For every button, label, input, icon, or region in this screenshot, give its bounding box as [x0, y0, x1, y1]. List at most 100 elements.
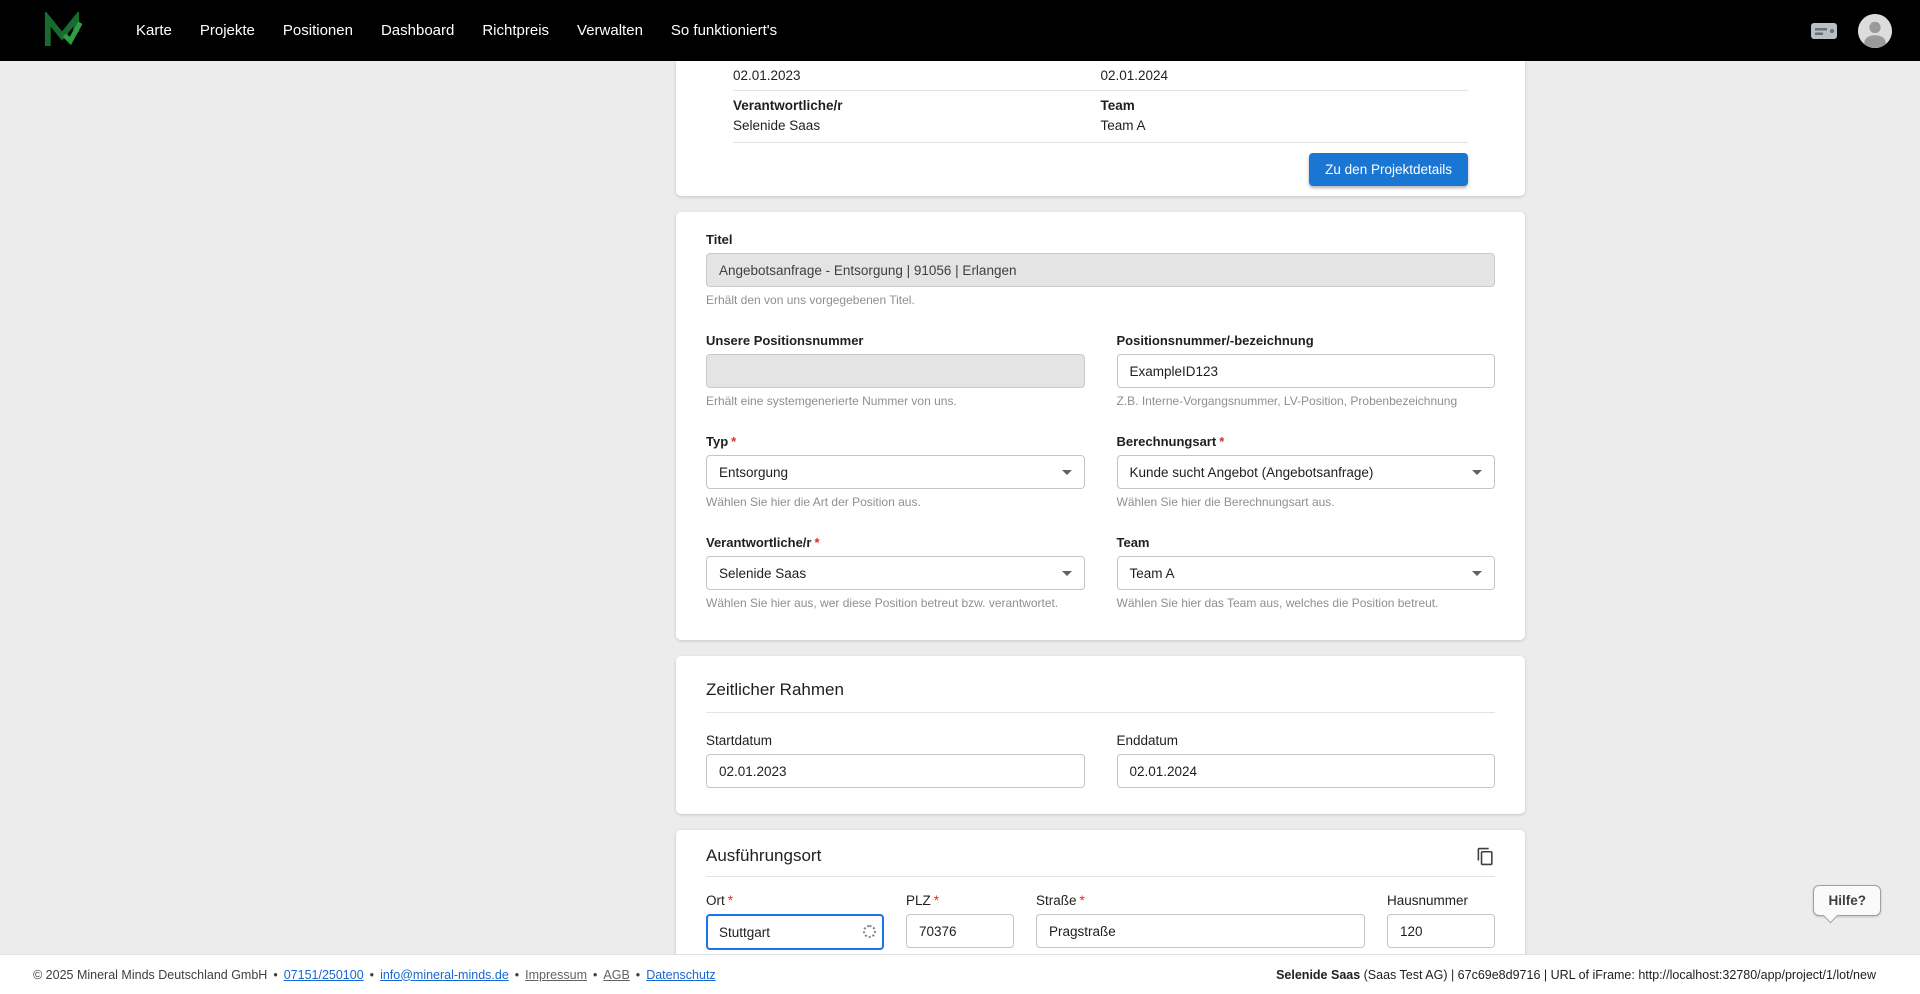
- strasse-field: Straße*: [1036, 893, 1365, 950]
- separator: •: [370, 968, 374, 982]
- strasse-label: Straße: [1036, 893, 1077, 908]
- user-avatar[interactable]: [1858, 14, 1892, 48]
- required-marker: *: [1080, 893, 1085, 908]
- positionsnummer-input[interactable]: [1117, 354, 1496, 388]
- team-select-value: Team A: [1130, 566, 1175, 581]
- nav-richtpreis[interactable]: Richtpreis: [468, 13, 563, 48]
- separator: •: [273, 968, 277, 982]
- project-summary-card: 02.01.2023 02.01.2024 Verantwortliche/r …: [676, 61, 1525, 196]
- positionsnummer-field: Positionsnummer/-bezeichnung Z.B. Intern…: [1117, 333, 1496, 408]
- chevron-down-icon: [1472, 470, 1482, 475]
- nav-projekte[interactable]: Projekte: [186, 13, 269, 48]
- strasse-input[interactable]: [1036, 914, 1365, 948]
- plz-label: PLZ: [906, 893, 931, 908]
- nav-so-funktionierts[interactable]: So funktioniert's: [657, 13, 791, 48]
- positionsnummer-label: Positionsnummer/-bezeichnung: [1117, 333, 1496, 348]
- team-value: Team A: [1101, 118, 1469, 133]
- enddatum-field: Enddatum: [1117, 733, 1496, 788]
- hausnummer-field: Hausnummer: [1387, 893, 1495, 950]
- help-button[interactable]: Hilfe?: [1813, 885, 1881, 916]
- required-marker: *: [934, 893, 939, 908]
- copy-icon[interactable]: [1476, 847, 1495, 866]
- datenschutz-link[interactable]: Datenschutz: [646, 968, 715, 982]
- required-marker: *: [814, 535, 819, 550]
- typ-field: Typ* Entsorgung Wählen Sie hier die Art …: [706, 434, 1085, 509]
- footer: © 2025 Mineral Minds Deutschland GmbH • …: [0, 954, 1920, 994]
- zeitlicher-rahmen-card: Zeitlicher Rahmen Startdatum Enddatum: [676, 656, 1525, 814]
- required-marker: *: [731, 434, 736, 449]
- enddatum-input[interactable]: [1117, 754, 1496, 788]
- responsible-label: Verantwortliche/r: [733, 98, 1101, 113]
- chevron-down-icon: [1062, 571, 1072, 576]
- project-end-date: 02.01.2024: [1101, 68, 1469, 83]
- verantwortlicher-label: Verantwortliche/r: [706, 535, 811, 550]
- footer-session-text: (Saas Test AG) | 67c69e8d9716 | URL of i…: [1360, 968, 1876, 982]
- phone-link[interactable]: 07151/250100: [284, 968, 364, 982]
- nav-karte[interactable]: Karte: [122, 13, 186, 48]
- footer-username: Selenide Saas: [1276, 968, 1360, 982]
- field-helper: Erhält eine systemgenerierte Nummer von …: [706, 394, 1085, 408]
- verantwortlicher-select[interactable]: Selenide Saas: [706, 556, 1085, 590]
- typ-select-value: Entsorgung: [719, 465, 788, 480]
- zeitlicher-rahmen-title: Zeitlicher Rahmen: [706, 680, 1495, 700]
- nav-positionen[interactable]: Positionen: [269, 13, 367, 48]
- berechnungsart-select[interactable]: Kunde sucht Angebot (Angebotsanfrage): [1117, 455, 1496, 489]
- separator: •: [593, 968, 597, 982]
- content-area: 02.01.2023 02.01.2024 Verantwortliche/r …: [676, 61, 1525, 992]
- startdatum-input[interactable]: [706, 754, 1085, 788]
- divider: [706, 876, 1495, 877]
- nav-dashboard[interactable]: Dashboard: [367, 13, 468, 48]
- titel-label: Titel: [706, 232, 1495, 247]
- plz-input[interactable]: [906, 914, 1014, 948]
- divider: [706, 712, 1495, 713]
- navbar-right: [1810, 14, 1892, 48]
- separator: •: [515, 968, 519, 982]
- responsible-value: Selenide Saas: [733, 118, 1101, 133]
- ausfuehrungsort-title: Ausführungsort: [706, 846, 821, 866]
- typ-select[interactable]: Entsorgung: [706, 455, 1085, 489]
- hausnummer-input[interactable]: [1387, 914, 1495, 948]
- server-icon[interactable]: [1810, 20, 1838, 42]
- typ-label: Typ: [706, 434, 728, 449]
- impressum-link[interactable]: Impressum: [525, 968, 587, 982]
- team-field: Team Team A Wählen Sie hier das Team aus…: [1117, 535, 1496, 610]
- ort-label: Ort: [706, 893, 725, 908]
- field-helper: Z.B. Interne-Vorgangsnummer, LV-Position…: [1117, 394, 1496, 408]
- copyright-text: © 2025 Mineral Minds Deutschland GmbH: [33, 968, 267, 982]
- titel-field: Titel Erhält den von uns vorgegebenen Ti…: [706, 232, 1495, 307]
- berechnungsart-label: Berechnungsart: [1117, 434, 1217, 449]
- person-icon: [1858, 14, 1892, 48]
- unsere-positionsnummer-field: Unsere Positionsnummer Erhält eine syste…: [706, 333, 1085, 408]
- hausnummer-label: Hausnummer: [1387, 893, 1495, 908]
- required-marker: *: [1219, 434, 1224, 449]
- titel-input: [706, 253, 1495, 287]
- startdatum-field: Startdatum: [706, 733, 1085, 788]
- main-nav: Karte Projekte Positionen Dashboard Rich…: [122, 13, 1810, 48]
- nav-verwalten[interactable]: Verwalten: [563, 13, 657, 48]
- project-start-date: 02.01.2023: [733, 68, 1101, 83]
- team-select-label: Team: [1117, 535, 1496, 550]
- email-link[interactable]: info@mineral-minds.de: [380, 968, 509, 982]
- plz-field: PLZ*: [906, 893, 1014, 950]
- required-marker: *: [728, 893, 733, 908]
- separator: •: [636, 968, 640, 982]
- mineral-minds-logo[interactable]: [42, 12, 82, 50]
- session-info: Selenide Saas (Saas Test AG) | 67c69e8d9…: [1276, 968, 1876, 982]
- startdatum-label: Startdatum: [706, 733, 1085, 748]
- chevron-down-icon: [1062, 470, 1072, 475]
- chevron-down-icon: [1472, 571, 1482, 576]
- agb-link[interactable]: AGB: [603, 968, 629, 982]
- field-helper: Wählen Sie hier das Team aus, welches di…: [1117, 596, 1496, 610]
- project-details-button[interactable]: Zu den Projektdetails: [1309, 153, 1468, 186]
- logo-mark-icon: [42, 12, 82, 50]
- field-helper: Erhält den von uns vorgegebenen Titel.: [706, 293, 1495, 307]
- team-select[interactable]: Team A: [1117, 556, 1496, 590]
- ort-input[interactable]: [706, 914, 884, 950]
- enddatum-label: Enddatum: [1117, 733, 1496, 748]
- verantwortlicher-select-value: Selenide Saas: [719, 566, 806, 581]
- position-form-card: Titel Erhält den von uns vorgegebenen Ti…: [676, 212, 1525, 640]
- unsere-positionsnummer-label: Unsere Positionsnummer: [706, 333, 1085, 348]
- verantwortlicher-field: Verantwortliche/r* Selenide Saas Wählen …: [706, 535, 1085, 610]
- ort-field: Ort*: [706, 893, 884, 950]
- top-navbar: Karte Projekte Positionen Dashboard Rich…: [0, 0, 1920, 61]
